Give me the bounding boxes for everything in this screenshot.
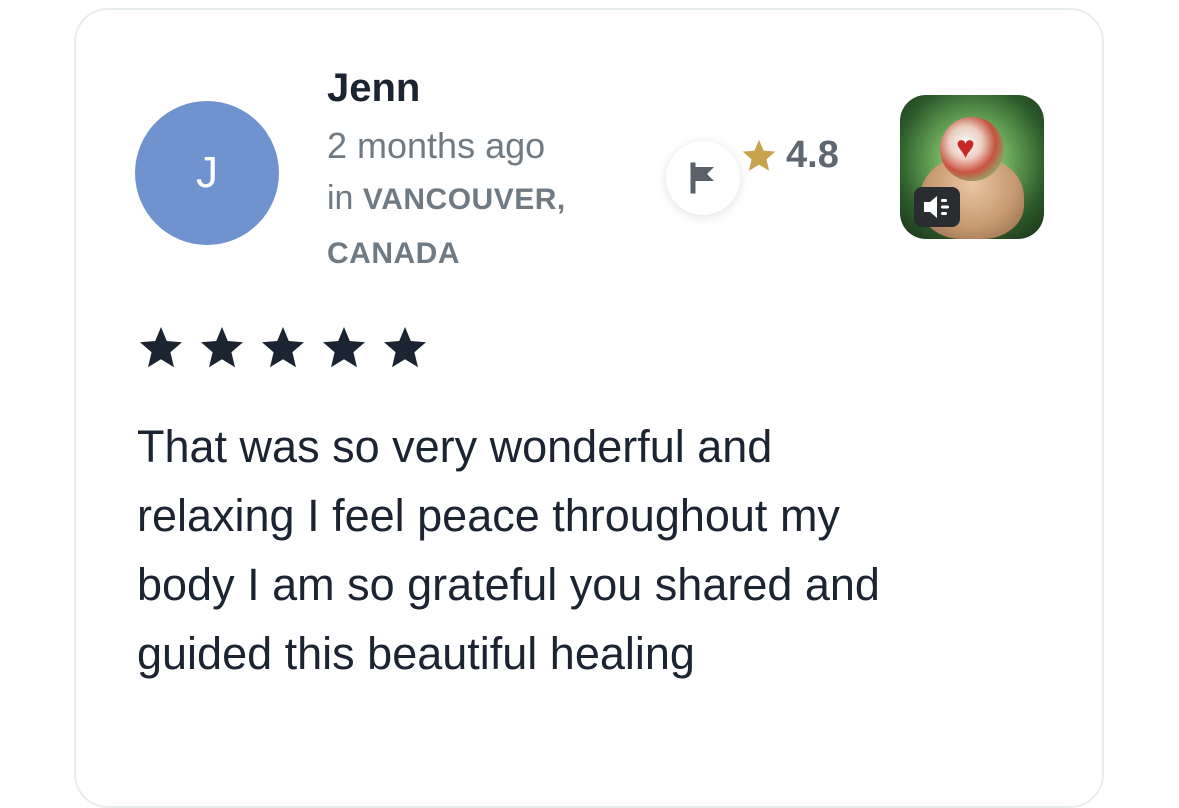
review-stars	[137, 324, 429, 372]
report-button[interactable]	[666, 141, 740, 215]
star-icon	[323, 327, 365, 368]
review-location-country: CANADA	[327, 226, 627, 280]
reviewer-name[interactable]: Jenn	[327, 60, 627, 116]
star-icon	[742, 139, 776, 171]
content-rating: 4.8	[740, 134, 839, 177]
heart-icon: ♥	[956, 129, 975, 165]
review-text: That was so very wonderful and relaxing …	[137, 421, 880, 679]
star-icon	[140, 327, 182, 368]
audio-badge	[914, 187, 960, 227]
star-icon	[262, 327, 304, 368]
flag-icon	[690, 162, 714, 194]
star-icon	[201, 327, 243, 368]
star-icon	[384, 327, 426, 368]
avatar[interactable]: J	[135, 101, 279, 245]
review-location: in VANCOUVER,	[327, 172, 627, 226]
avatar-initial: J	[196, 148, 218, 197]
speaker-icon	[924, 196, 949, 218]
review-time: 2 months ago	[327, 125, 546, 166]
rating-value: 4.8	[786, 134, 839, 176]
reviewer-meta: Jenn 2 months ago in VANCOUVER, CANADA	[327, 60, 627, 280]
location-country: CANADA	[327, 237, 460, 270]
content-thumbnail[interactable]: ♥	[900, 95, 1044, 239]
location-city: VANCOUVER,	[362, 183, 566, 216]
location-prefix: in	[327, 179, 354, 217]
